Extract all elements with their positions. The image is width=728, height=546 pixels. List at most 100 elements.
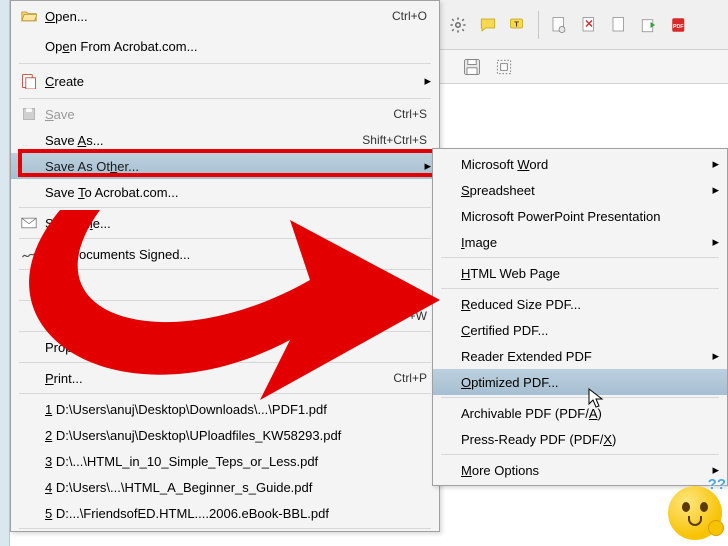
menu-item-open-acrobat[interactable]: Open From Acrobat.com... xyxy=(11,31,439,61)
submenu-label: Reader Extended PDF xyxy=(461,349,717,364)
submenu-item-spreadsheet[interactable]: Spreadsheet ▸ xyxy=(433,177,727,203)
menu-item-save-as-other[interactable]: Save As Other... ▸ xyxy=(11,153,439,179)
folder-open-icon xyxy=(19,6,39,26)
menu-label: Re xyxy=(45,278,427,293)
menu-item-print[interactable]: Print... Ctrl+P xyxy=(11,365,439,391)
file-menu: Open... Ctrl+O Open From Acrobat.com... … xyxy=(10,0,440,532)
submenu-item-more[interactable]: More Options ▸ xyxy=(433,457,727,483)
menu-recent-label: 5 D:...\FriendsofED.HTML....2006.eBook-B… xyxy=(45,506,427,521)
menu-item-recent[interactable]: 5 D:...\FriendsofED.HTML....2006.eBook-B… xyxy=(11,500,439,526)
menu-item-save-as[interactable]: Save As... Shift+Ctrl+S xyxy=(11,127,439,153)
submenu-item-reduced[interactable]: Reduced Size PDF... xyxy=(433,291,727,317)
menu-item-close[interactable]: +W xyxy=(11,303,439,329)
menu-item-save: Save Ctrl+S xyxy=(11,101,439,127)
menu-separator xyxy=(19,238,431,239)
save-disk-icon[interactable] xyxy=(462,57,482,77)
submenu-item-press-ready[interactable]: Press-Ready PDF (PDF/X) xyxy=(433,426,727,452)
menu-recent-label: 2 D:\Users\anuj\Desktop\UPloadfiles_KW58… xyxy=(45,428,427,443)
menu-separator xyxy=(441,288,719,289)
left-strip xyxy=(0,0,10,546)
menu-separator xyxy=(19,63,431,64)
submenu-label: Spreadsheet xyxy=(461,183,717,198)
menu-item-send-file[interactable]: Send File... xyxy=(11,210,439,236)
envelope-icon xyxy=(19,213,39,233)
menu-separator xyxy=(441,454,719,455)
sign-icon xyxy=(19,244,39,264)
menu-shortcut: Ctrl+S xyxy=(393,107,427,121)
menu-item-get-signed[interactable]: Get Documents Signed... xyxy=(11,241,439,267)
menu-label: Get Documents Signed... xyxy=(45,247,427,262)
menu-separator xyxy=(19,331,431,332)
menu-item-revert[interactable]: Re xyxy=(11,272,439,298)
menu-separator xyxy=(19,207,431,208)
menu-separator xyxy=(19,300,431,301)
menu-shortcut: Ctrl+P xyxy=(393,371,427,385)
attach-page-icon[interactable] xyxy=(549,15,569,35)
submenu-label: Reduced Size PDF... xyxy=(461,297,717,312)
chevron-right-icon: ▸ xyxy=(712,156,719,172)
menu-separator xyxy=(19,269,431,270)
menu-label: Properties... xyxy=(45,340,427,355)
thinking-emoji-icon: ?? xyxy=(668,486,722,540)
submenu-label: Image xyxy=(461,235,717,250)
menu-label: Send File... xyxy=(45,216,427,231)
menu-recent-label: 3 D:\...\HTML_in_10_Simple_Teps_or_Less.… xyxy=(45,454,427,469)
menu-item-recent[interactable]: 4 D:\Users\...\HTML_A_Beginner_s_Guide.p… xyxy=(11,474,439,500)
submenu-item-image[interactable]: Image ▸ xyxy=(433,229,727,255)
menu-label: Save As... xyxy=(45,133,362,148)
menu-item-save-to-acrobat[interactable]: Save To Acrobat.com... xyxy=(11,179,439,205)
page-icon[interactable] xyxy=(609,15,629,35)
submenu-item-html[interactable]: HTML Web Page xyxy=(433,260,727,286)
menu-separator xyxy=(441,257,719,258)
delete-page-icon[interactable] xyxy=(579,15,599,35)
menu-item-recent[interactable]: 1 D:\Users\anuj\Desktop\Downloads\...\PD… xyxy=(11,396,439,422)
menu-label: Open... xyxy=(45,9,392,24)
main-toolbar: T PDF xyxy=(440,0,728,50)
submenu-item-optimized[interactable]: Optimized PDF... xyxy=(433,369,727,395)
create-pdf-icon xyxy=(19,71,39,91)
gear-icon[interactable] xyxy=(448,15,468,35)
save-as-other-submenu: Microsoft Word ▸ Spreadsheet ▸ Microsoft… xyxy=(432,148,728,486)
chevron-right-icon: ▸ xyxy=(712,234,719,250)
menu-recent-label: 4 D:\Users\...\HTML_A_Beginner_s_Guide.p… xyxy=(45,480,427,495)
chevron-right-icon: ▸ xyxy=(712,182,719,198)
submenu-label: More Options xyxy=(461,463,717,478)
submenu-label: Microsoft PowerPoint Presentation xyxy=(461,209,717,224)
chevron-right-icon: ▸ xyxy=(424,73,431,89)
menu-item-create[interactable]: Create ▸ xyxy=(11,66,439,96)
menu-item-recent[interactable]: 2 D:\Users\anuj\Desktop\UPloadfiles_KW58… xyxy=(11,422,439,448)
menu-recent-label: 1 D:\Users\anuj\Desktop\Downloads\...\PD… xyxy=(45,402,427,417)
submenu-label: HTML Web Page xyxy=(461,266,717,281)
comment-icon[interactable] xyxy=(478,15,498,35)
menu-label: Create xyxy=(45,74,427,89)
menu-shortcut: Ctrl+O xyxy=(392,9,427,23)
menu-label: Print... xyxy=(45,371,393,386)
sub-toolbar xyxy=(440,50,728,84)
submenu-label: Certified PDF... xyxy=(461,323,717,338)
submenu-item-word[interactable]: Microsoft Word ▸ xyxy=(433,151,727,177)
pdf-icon[interactable]: PDF xyxy=(669,15,689,35)
chevron-right-icon: ▸ xyxy=(424,158,431,174)
menu-separator xyxy=(19,528,431,529)
submenu-item-archivable[interactable]: Archivable PDF (PDF/A) xyxy=(433,400,727,426)
export-icon[interactable] xyxy=(639,15,659,35)
menu-separator xyxy=(19,362,431,363)
menu-item-open[interactable]: Open... Ctrl+O xyxy=(11,1,439,31)
chevron-right-icon: ▸ xyxy=(712,348,719,364)
menu-item-properties[interactable]: Properties... xyxy=(11,334,439,360)
submenu-label: Press-Ready PDF (PDF/X) xyxy=(461,432,717,447)
menu-label: Open From Acrobat.com... xyxy=(45,39,427,54)
text-highlight-icon[interactable]: T xyxy=(508,15,528,35)
submenu-label: Microsoft Word xyxy=(461,157,717,172)
submenu-item-ppt[interactable]: Microsoft PowerPoint Presentation xyxy=(433,203,727,229)
menu-item-recent[interactable]: 3 D:\...\HTML_in_10_Simple_Teps_or_Less.… xyxy=(11,448,439,474)
menu-label: Save To Acrobat.com... xyxy=(45,185,427,200)
menu-label: Save xyxy=(45,107,393,122)
submenu-item-certified[interactable]: Certified PDF... xyxy=(433,317,727,343)
floppy-icon xyxy=(19,104,39,124)
submenu-label: Optimized PDF... xyxy=(461,375,717,390)
submenu-item-reader-ext[interactable]: Reader Extended PDF ▸ xyxy=(433,343,727,369)
svg-text:T: T xyxy=(514,19,519,28)
toolbar-separator xyxy=(538,11,539,39)
fit-page-icon[interactable] xyxy=(494,57,514,77)
